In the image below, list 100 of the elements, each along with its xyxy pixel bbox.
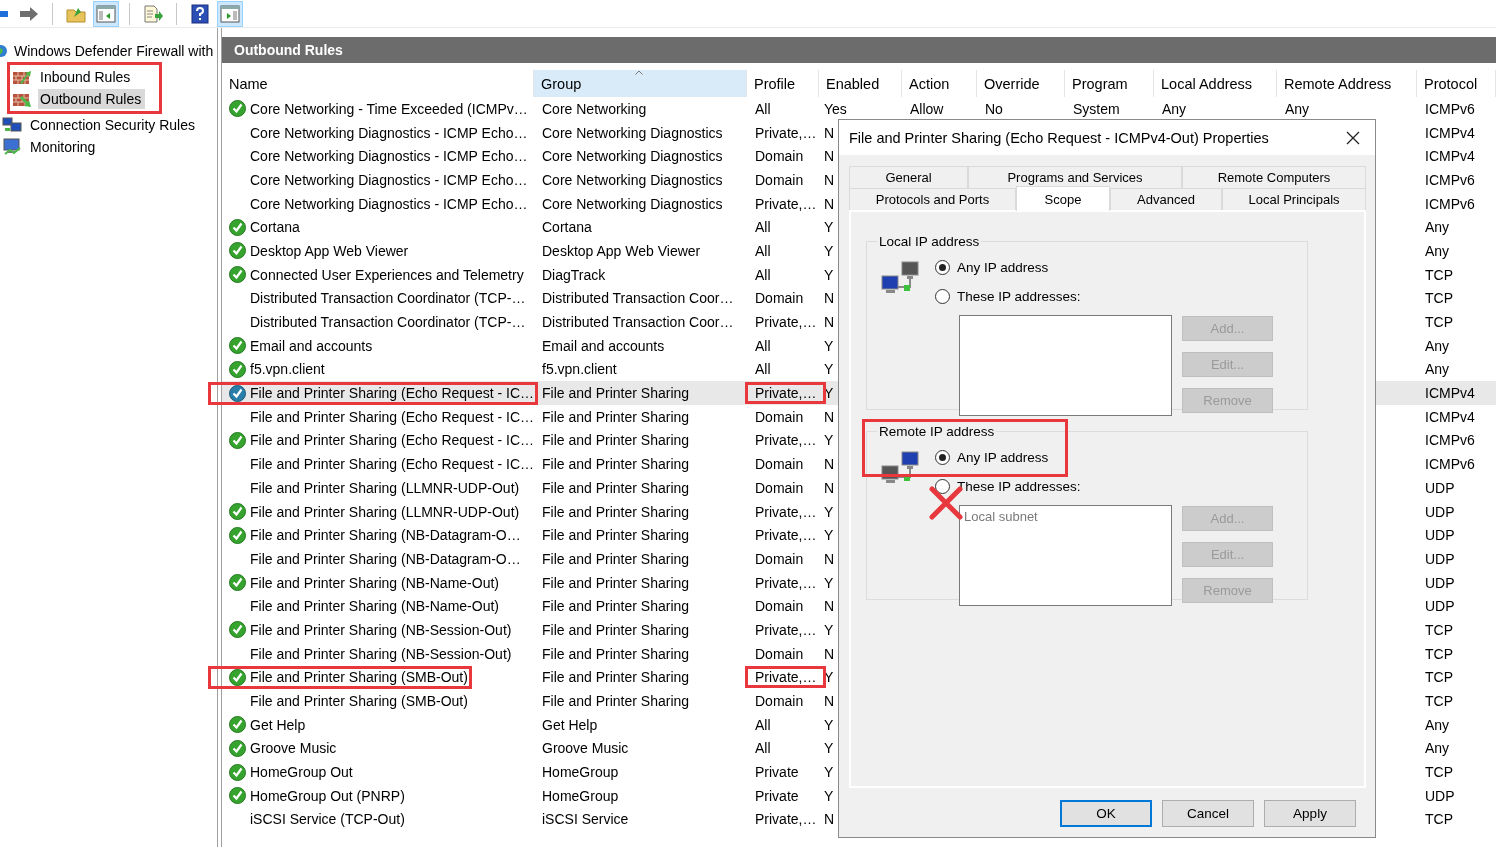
table-cell: N [824,811,835,828]
table-cell: DiagTrack [542,266,606,283]
table-cell: Private,… [755,503,817,520]
table-cell: File and Printer Sharing (Echo Request - IC… [250,408,534,425]
tree-item[interactable]: Inbound Rules [38,67,135,87]
table-cell: File and Printer Sharing [542,598,690,615]
table-cell: TCP [1425,669,1453,686]
tree-item[interactable]: Outbound Rules [38,89,146,109]
table-cell: Any [1425,242,1450,259]
table-cell: Private,… [755,124,817,141]
table-cell: Cortana [542,219,592,236]
table-cell: All [755,266,771,283]
table-cell: Y [824,621,834,638]
table-cell: Desktop App Web Viewer [542,242,701,259]
option-label: These IP addresses: [957,289,1081,304]
table-cell: Domain [755,456,804,473]
list-item: Local subnet [964,509,1039,524]
table-cell: Desktop App Web Viewer [250,242,409,259]
close-icon [1346,130,1360,145]
column-header[interactable]: Group [534,70,747,97]
tab[interactable]: Protocols and Ports [849,188,1016,210]
table-cell: Y [824,219,834,236]
table-cell: UDP [1425,503,1455,520]
tab[interactable]: Programs and Services [968,166,1182,188]
group-label: Remote IP address [878,424,996,439]
radio-button[interactable] [935,289,950,304]
table-cell: File and Printer Sharing (NB-Name-Out) [250,598,499,615]
radio-button[interactable] [935,450,950,465]
dialog-button[interactable]: OK [1060,800,1152,827]
help-icon [191,3,209,24]
table-cell: ICMPv4 [1425,148,1475,165]
export-icon [143,4,163,23]
tab[interactable]: Advanced [1110,188,1222,210]
tab[interactable]: Scope [1016,186,1110,211]
table-cell: Private,… [755,314,817,331]
table-cell: TCP [1425,266,1453,283]
table-cell: N [824,456,835,473]
table-cell: All [755,716,771,733]
table-cell: HomeGroup Out [250,764,353,781]
table-cell: N [824,124,835,141]
table-cell: File and Printer Sharing [542,550,690,567]
table-cell: File and Printer Sharing [542,645,690,662]
table-cell: Private [755,764,799,781]
radio-button[interactable] [935,260,950,275]
table-cell: All [755,361,771,378]
sort-caret-icon [635,70,643,75]
table-cell: Any [1425,337,1450,354]
table-cell: Core Networking Diagnostics [542,148,723,165]
table-cell: File and Printer Sharing [542,408,690,425]
table-cell: Private,… [755,385,817,402]
table-cell: Any [1425,219,1450,236]
table-cell: HomeGroup [542,764,619,781]
table-cell: Distributed Transaction Coor… [542,290,734,307]
pane-title: Outbound Rules [222,37,1496,63]
tree-item[interactable]: Monitoring [28,137,100,157]
table-cell: System [1073,100,1120,117]
tab[interactable]: Remote Computers [1182,166,1366,188]
tree-item[interactable]: Windows Defender Firewall with [14,43,214,59]
table-cell: Domain [755,479,804,496]
table-cell: Allow [910,100,944,117]
table-cell: iSCSI Service (TCP-Out) [250,811,405,828]
tree-item[interactable]: Connection Security Rules [28,115,199,135]
table-cell: HomeGroup [542,787,619,804]
table-cell: UDP [1425,787,1455,804]
table-cell: Private,… [755,527,817,544]
tab[interactable]: Local Principals [1222,188,1366,210]
table-cell: HomeGroup Out (PNRP) [250,787,405,804]
table-cell: File and Printer Sharing [542,621,690,638]
table-cell: File and Printer Sharing (SMB-Out) [250,669,468,686]
table-cell: N [824,195,835,212]
table-cell: Private,… [755,432,817,449]
table-cell: N [824,290,835,307]
table-cell: Any [1285,100,1310,117]
table-cell: File and Printer Sharing (NB-Datagram-O… [250,550,521,567]
table-cell: File and Printer Sharing (SMB-Out) [250,693,468,710]
option-label: Any IP address [957,260,1049,275]
table-cell: Private,… [755,574,817,591]
table-cell: Y [824,337,834,354]
table-cell: File and Printer Sharing [542,527,690,544]
table-cell: Y [824,787,834,804]
panel-icon [220,4,240,23]
table-cell: Core Networking Diagnostics - ICMP Echo… [250,148,528,165]
table-cell: f5.vpn.client [250,361,325,378]
table-cell: ICMPv4 [1425,408,1475,425]
table-cell: ICMPv6 [1425,456,1475,473]
dialog-button[interactable]: Apply [1264,800,1356,827]
table-cell: N [824,693,835,710]
table-cell: N [824,171,835,188]
table-cell: Y [824,432,834,449]
table-cell: Private,… [755,669,817,686]
table-cell: File and Printer Sharing (NB-Datagram-O… [250,527,521,544]
table-cell: All [755,219,771,236]
table-cell: Get Help [542,716,598,733]
table-cell: Domain [755,290,804,307]
dialog-button[interactable]: Cancel [1162,800,1254,827]
table-cell: Core Networking Diagnostics [542,124,723,141]
table-cell: Y [824,716,834,733]
table-cell: TCP [1425,693,1453,710]
tab[interactable]: General [849,166,968,188]
group-label: Local IP address [878,234,981,249]
